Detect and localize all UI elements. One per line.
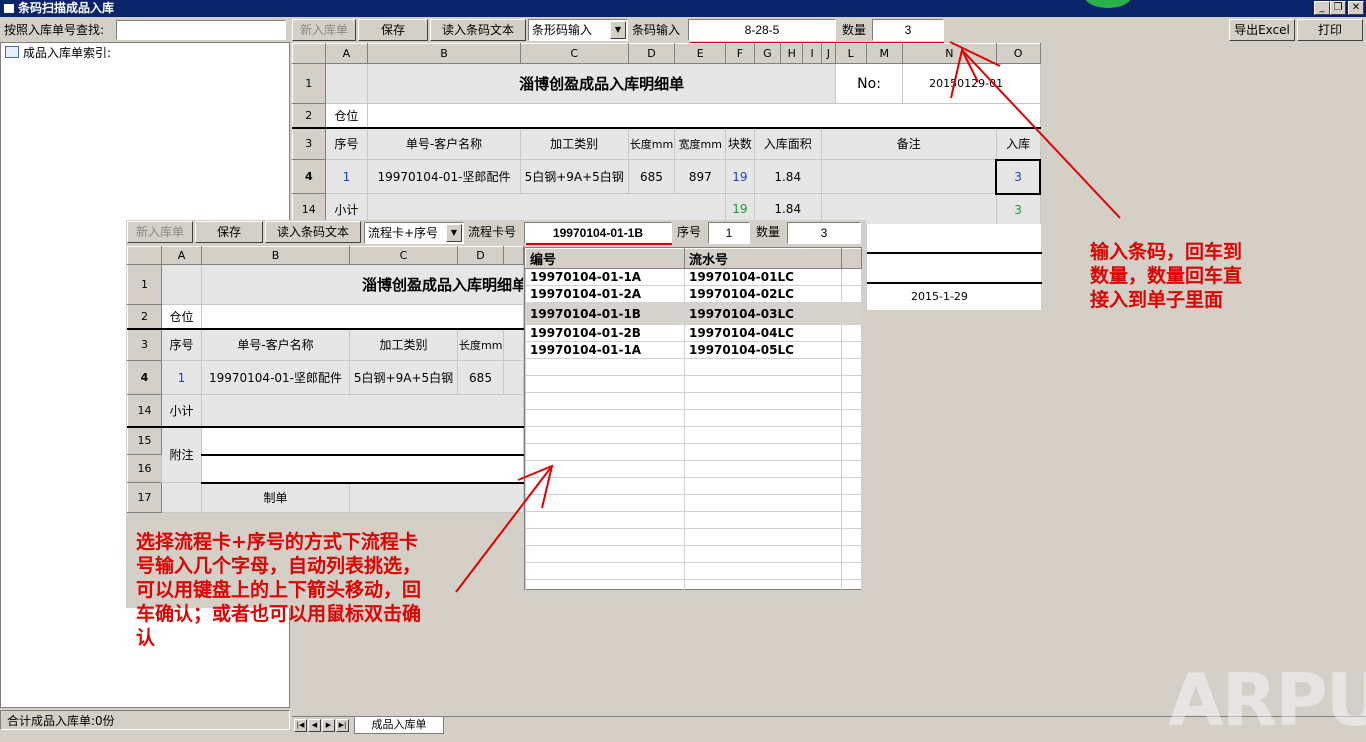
- arrow-to-barcode-icon: [949, 41, 1121, 219]
- left-annotation: 选择流程卡+序号的方式下流程卡号输入几个字母，自动列表挑选，可以用键盘上的上下箭…: [136, 531, 422, 649]
- arrow-to-dropdown-icon: [455, 464, 554, 593]
- watermark-text: ARPUN: [1168, 658, 1366, 742]
- right-annotation: 输入条码，回车到数量，数量回车直接入到单子里面: [1090, 241, 1243, 311]
